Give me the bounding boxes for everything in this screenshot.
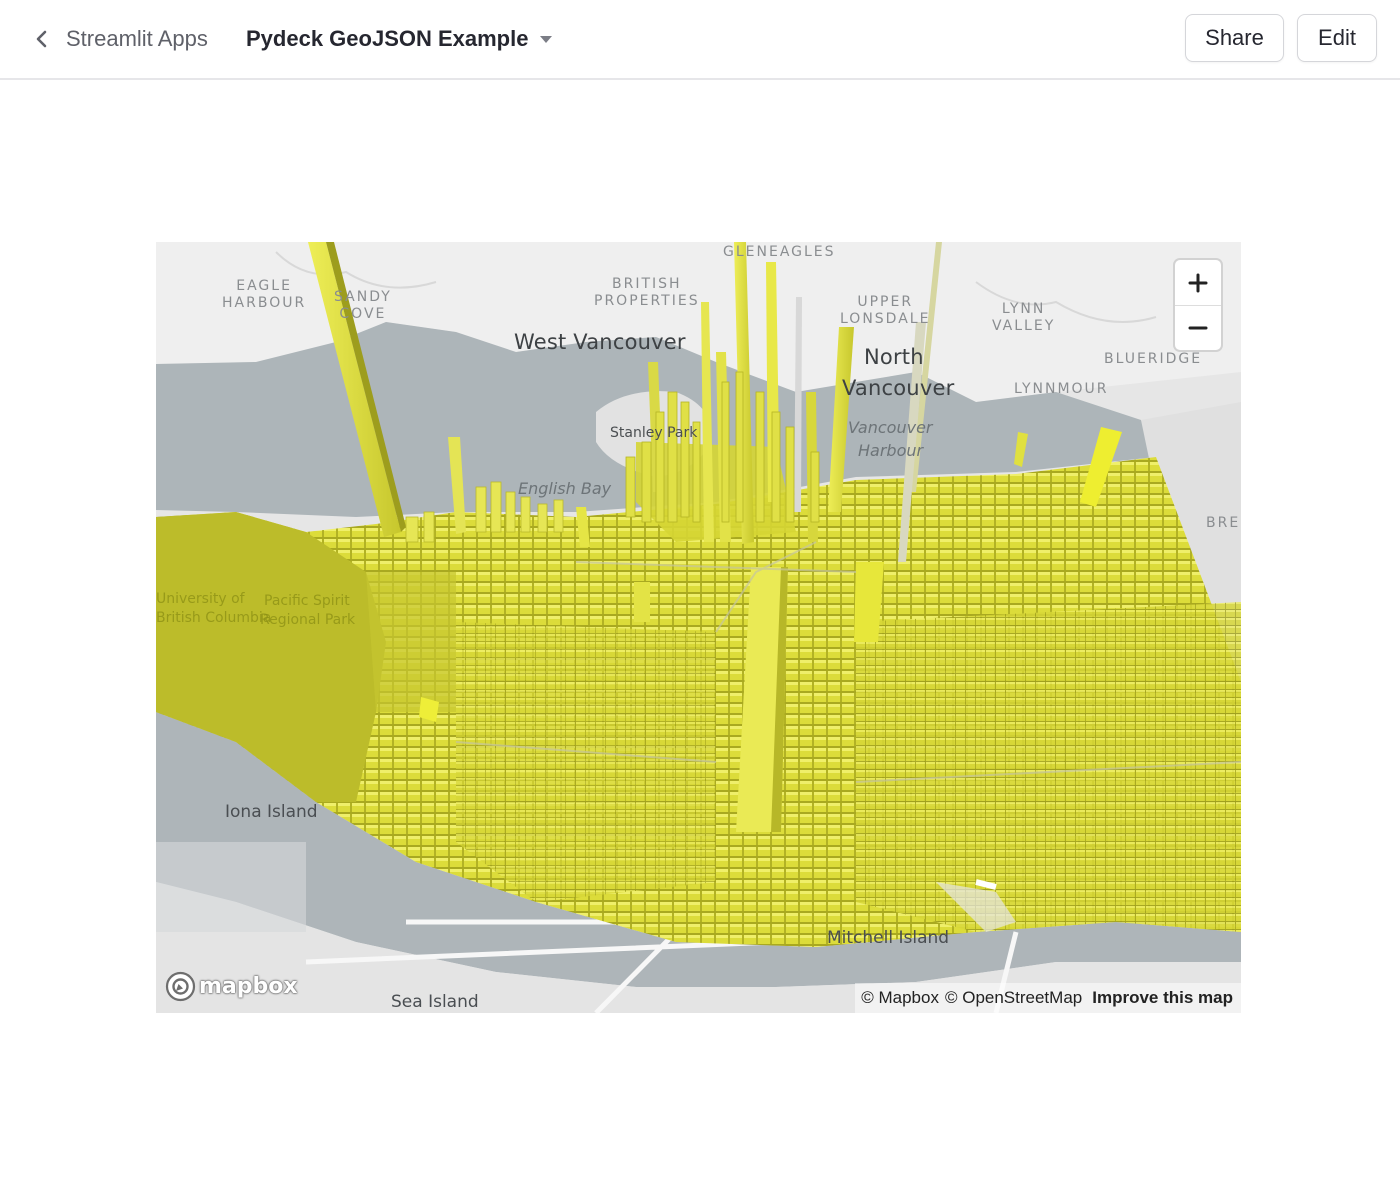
label-sea-island: Sea Island xyxy=(391,992,479,1012)
attribution-mapbox-link[interactable]: © Mapbox xyxy=(861,988,939,1008)
plus-icon xyxy=(1188,273,1208,292)
label-pacific-spirit-1: Pacific Spirit xyxy=(264,593,350,609)
label-vancouver-harbour-1: Vancouver xyxy=(848,418,933,437)
label-brentwood: BRE xyxy=(1206,515,1241,531)
label-ubc-1: University of xyxy=(156,591,245,607)
zoom-control xyxy=(1175,260,1221,350)
mapbox-logo[interactable]: mapbox xyxy=(165,969,298,1003)
label-english-bay: English Bay xyxy=(518,479,612,498)
improve-map-link[interactable]: Improve this map xyxy=(1092,988,1233,1008)
label-mitchell-island: Mitchell Island xyxy=(827,928,950,948)
app-title-dropdown[interactable]: Pydeck GeoJSON Example xyxy=(246,23,553,55)
mapbox-logo-icon xyxy=(165,971,196,1001)
minus-icon xyxy=(1188,326,1208,329)
app-header: Streamlit Apps Pydeck GeoJSON Example Sh… xyxy=(0,0,1400,80)
label-pacific-spirit-2: Regional Park xyxy=(260,612,356,628)
label-eagle-harbour: EAGLE HARBOUR xyxy=(222,278,307,311)
label-north-vancouver-2: Vancouver xyxy=(842,376,955,400)
label-blueridge: BLUERIDGE xyxy=(1104,351,1203,367)
app-title: Pydeck GeoJSON Example xyxy=(246,26,529,51)
attribution-osm-link[interactable]: © OpenStreetMap xyxy=(945,988,1082,1008)
label-vancouver-harbour-2: Harbour xyxy=(858,441,924,460)
label-lynn-valley: LYNN VALLEY xyxy=(992,301,1056,334)
pydeck-map[interactable]: EAGLE HARBOUR SANDY COVE BRITISH PROPERTIES… xyxy=(156,242,1241,1013)
breadcrumb-streamlit-apps[interactable]: Streamlit Apps xyxy=(66,23,208,55)
mapbox-logo-text: mapbox xyxy=(199,973,298,999)
edit-button[interactable]: Edit xyxy=(1297,14,1377,62)
map-attribution: © Mapbox © OpenStreetMap Improve this ma… xyxy=(855,983,1241,1013)
chevron-left-icon xyxy=(36,30,47,48)
label-west-vancouver: West Vancouver xyxy=(514,330,686,354)
zoom-out-button[interactable] xyxy=(1175,305,1221,350)
label-sandy-cove: SANDY COVE xyxy=(334,289,392,322)
label-iona-island: Iona Island xyxy=(225,802,318,822)
back-button[interactable] xyxy=(28,24,56,54)
label-stanley-park: Stanley Park xyxy=(610,425,698,441)
caret-down-icon xyxy=(540,35,553,43)
share-button[interactable]: Share xyxy=(1185,14,1284,62)
label-british-properties: BRITISH PROPERTIES xyxy=(594,276,700,309)
label-upper-lonsdale: UPPER LONSDALE xyxy=(840,294,931,327)
label-north-vancouver-1: North xyxy=(864,345,924,369)
zoom-in-button[interactable] xyxy=(1175,260,1221,306)
label-gleneagles: GLENEAGLES xyxy=(723,244,836,260)
label-lynnmour: LYNNMOUR xyxy=(1014,381,1109,397)
label-ubc-2: British Columbia xyxy=(156,610,272,626)
